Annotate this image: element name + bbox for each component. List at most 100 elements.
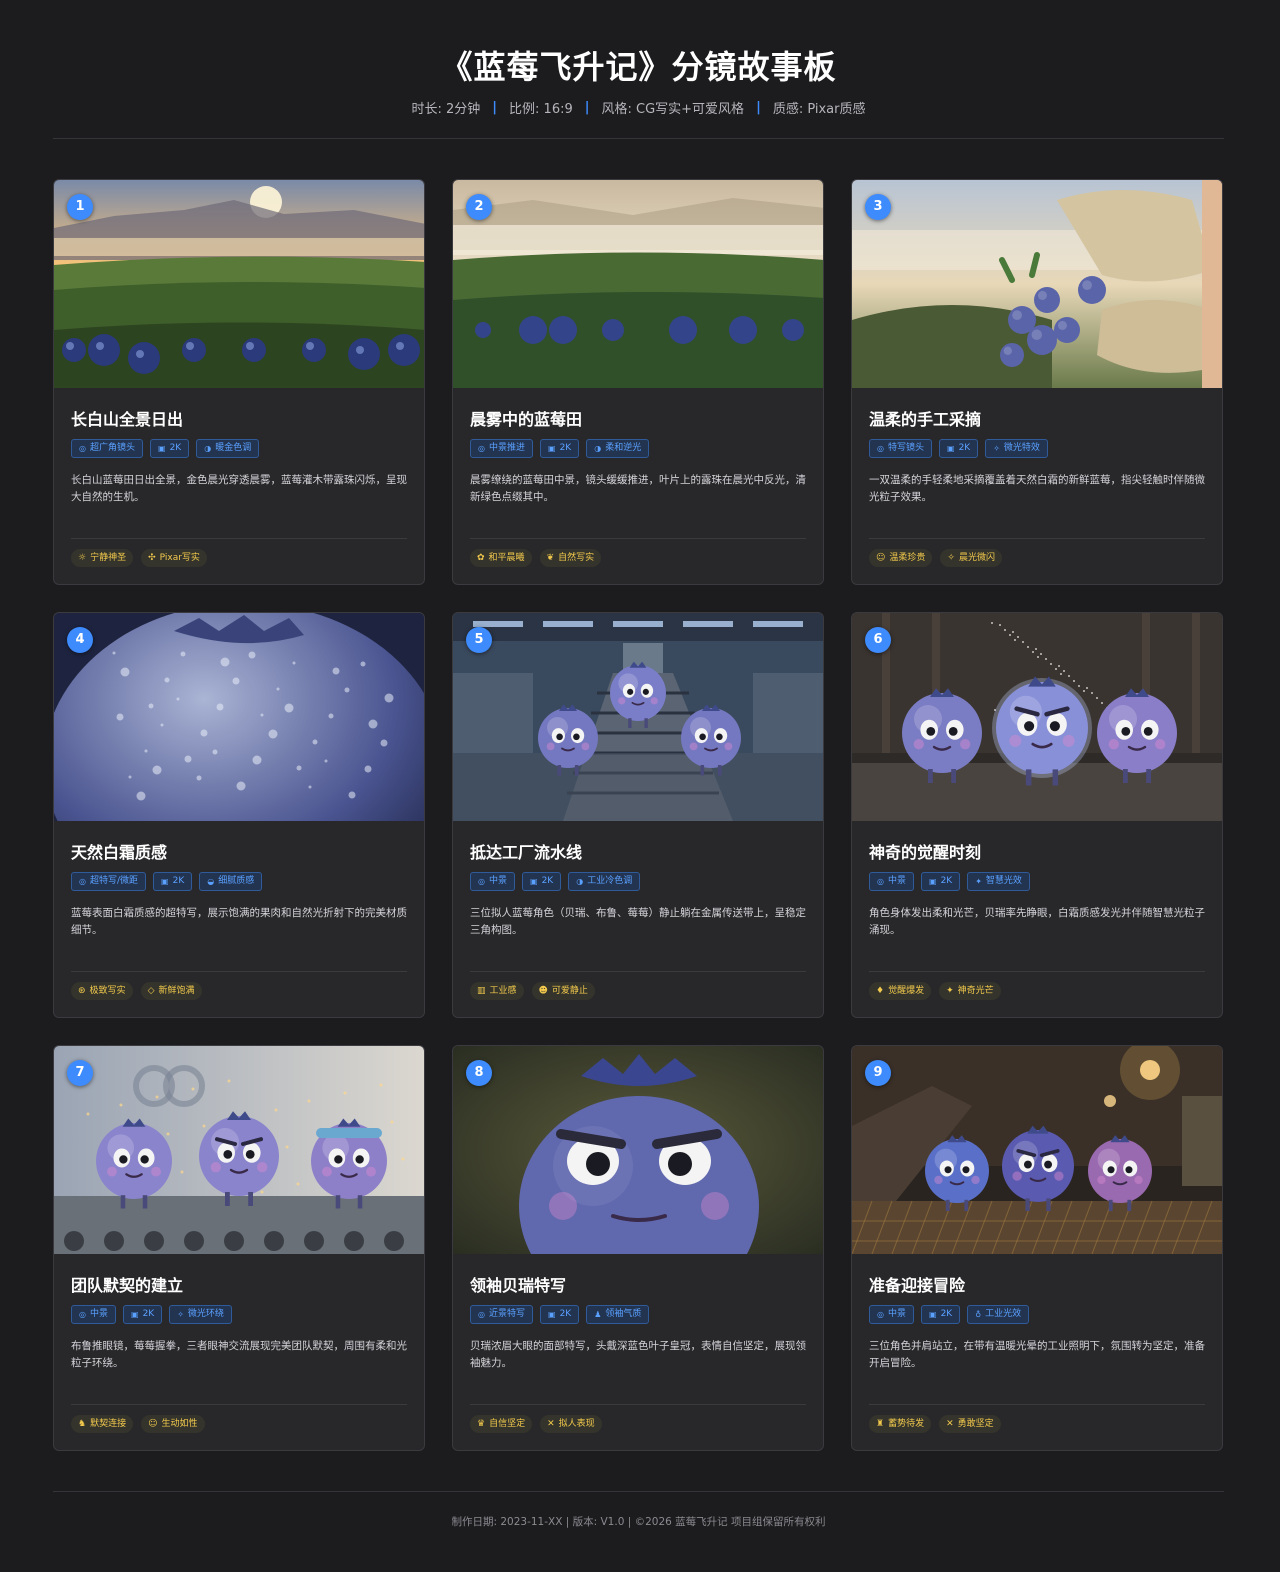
scene-description: 一双温柔的手轻柔地采摘覆盖着天然白霜的新鲜蓝莓，指尖轻触时伴随微光粒子效果。: [869, 474, 1205, 503]
scene-illustration: [54, 613, 424, 821]
tag-label: 工业冷色调: [587, 876, 633, 886]
card-divider: [869, 1404, 1205, 1405]
scene-number-badge: 3: [865, 194, 891, 220]
mood-tags: ♛ 自信坚定 ✕ 拟人表现: [470, 1415, 602, 1433]
mood-icon: ✕: [547, 1419, 555, 1429]
shot-tag: ◎ 中景: [869, 1305, 914, 1324]
mood-label: 温柔珍贵: [889, 553, 926, 563]
scene-title: 晨雾中的蓝莓田: [470, 410, 583, 429]
tag-label: 2K: [172, 876, 185, 886]
scene-card[interactable]: 6 神奇的觉醒时刻 ◎ 中景 ▣ 2K ✦ 智慧光效 角色身体发出柔和光芒，贝瑞率先睁眼，…: [851, 612, 1223, 1018]
mood-tags: ☼ 宁静神圣 ✣ Pixar写实: [71, 549, 207, 567]
mood-icon: ❦: [546, 553, 555, 563]
scene-illustration: [453, 180, 823, 388]
shot-tag: ◑ 工业冷色调: [568, 872, 641, 891]
scene-image: [852, 1046, 1222, 1254]
scene-title: 团队默契的建立: [71, 1276, 184, 1295]
mood-icon: ☼: [78, 553, 87, 563]
tag-label: 领袖气质: [605, 1309, 642, 1319]
mood-label: 拟人表现: [558, 1419, 595, 1429]
scene-illustration: [852, 613, 1222, 821]
mood-tags: ♜ 蓄势待发 ✕ 勇敢坚定: [869, 1415, 1001, 1433]
shot-tag: ▣ 2K: [939, 439, 979, 458]
tag-label: 2K: [958, 443, 971, 453]
shot-tags: ◎ 中景 ▣ 2K ♁ 工业光效: [869, 1305, 1030, 1324]
shot-tags: ◎ 超广角镜头 ▣ 2K ◑ 暖金色调: [71, 439, 260, 458]
shot-tags: ◎ 特写镜头 ▣ 2K ✧ 微光特效: [869, 439, 1048, 458]
tag-label: 柔和逆光: [605, 443, 642, 453]
tag-icon: ✧: [993, 444, 1000, 453]
page-title: 《蓝莓飞升记》分镜故事板: [440, 48, 837, 86]
shot-tags: ◎ 中景推进 ▣ 2K ◑ 柔和逆光: [470, 439, 650, 458]
card-divider: [869, 538, 1205, 539]
scene-description: 长白山蓝莓田日出全景，金色晨光穿透晨雾，蓝莓灌木带露珠闪烁，呈现大自然的生机。: [71, 474, 407, 503]
mood-icon: ☺: [876, 553, 886, 563]
scene-number-badge: 5: [466, 627, 492, 653]
scene-illustration: [852, 180, 1222, 388]
scene-card[interactable]: 9 准备迎接冒险 ◎ 中景 ▣ 2K ♁ 工业光效 三位角色并肩站立，在带有温暖光晕的工业…: [851, 1045, 1223, 1451]
scene-card[interactable]: 1 长白山全景日出 ◎ 超广角镜头 ▣ 2K ◑ 暖金色调 长白山蓝莓田日出全景，金色晨光…: [53, 179, 425, 585]
scene-description: 角色身体发出柔和光芒，贝瑞率先睁眼，白霜质感发光并伴随智慧光粒子涌现。: [869, 907, 1205, 936]
tag-icon: ▣: [158, 444, 166, 453]
meta-divider: |: [492, 100, 498, 115]
mood-label: 新鲜饱满: [158, 986, 195, 996]
tag-label: 细腻质感: [218, 876, 255, 886]
scene-title: 温柔的手工采摘: [869, 410, 982, 429]
mood-icon: ♛: [477, 1419, 486, 1429]
tag-label: 特写镜头: [887, 443, 924, 453]
tag-icon: ▣: [548, 1310, 556, 1319]
scene-image: [453, 180, 823, 388]
mood-label: 神奇光芒: [957, 986, 994, 996]
tag-icon: ◎: [478, 877, 485, 886]
scene-illustration: [54, 1046, 424, 1254]
scene-description: 三位角色并肩站立，在带有温暖光晕的工业照明下，氛围转为坚定，准备开启冒险。: [869, 1340, 1205, 1369]
shot-tag: ◑ 柔和逆光: [586, 439, 650, 458]
shot-tags: ◎ 超特写/微距 ▣ 2K ◒ 细腻质感: [71, 872, 263, 891]
card-divider: [470, 1404, 806, 1405]
scene-card[interactable]: 7 团队默契的建立 ◎ 中景 ▣ 2K ✧ 微光环绕 布鲁推眼镜，莓莓握拳，三者眼神交流展…: [53, 1045, 425, 1451]
scene-image: [453, 1046, 823, 1254]
mood-icon: ▥: [477, 986, 486, 996]
scene-card[interactable]: 2 晨雾中的蓝莓田 ◎ 中景推进 ▣ 2K ◑ 柔和逆光 晨雾缭绕的蓝莓田中景，镜头缓缓推…: [452, 179, 824, 585]
tag-icon: ▣: [929, 877, 937, 886]
mood-tag: ◇ 新鲜饱满: [140, 982, 202, 1000]
scene-card[interactable]: 3 温柔的手工采摘 ◎ 特写镜头 ▣ 2K ✧ 微光特效 一双温柔的手轻柔地采摘覆盖着天然…: [851, 179, 1223, 585]
shot-tag: ▣ 2K: [153, 872, 193, 891]
scene-image: [852, 613, 1222, 821]
shot-tag: ▣ 2K: [150, 439, 190, 458]
mood-label: 晨光微闪: [958, 553, 995, 563]
mood-tag: ♞ 默契连接: [71, 1415, 134, 1433]
tag-label: 2K: [940, 876, 953, 886]
scene-card[interactable]: 5 抵达工厂流水线 ◎ 中景 ▣ 2K ◑ 工业冷色调 三位拟人蓝莓角色（贝瑞、布鲁、莓莓…: [452, 612, 824, 1018]
mood-tag: ☺ 温柔珍贵: [869, 549, 933, 567]
scene-number-badge: 1: [67, 194, 93, 220]
shot-tag: ▣ 2K: [123, 1305, 163, 1324]
tag-label: 2K: [541, 876, 554, 886]
meta-ratio: 比例: 16:9: [509, 102, 573, 117]
mood-icon: ✦: [946, 986, 954, 996]
shot-tag: ◎ 超广角镜头: [71, 439, 143, 458]
shot-tag: ✧ 微光环绕: [169, 1305, 232, 1324]
scene-description: 贝瑞浓眉大眼的面部特写，头戴深蓝色叶子皇冠，表情自信坚定，展现领袖魅力。: [470, 1340, 806, 1369]
shot-tag: ◎ 超特写/微距: [71, 872, 147, 891]
shot-tag: ◒ 细腻质感: [199, 872, 263, 891]
page-header: 《蓝莓飞升记》分镜故事板 时长: 2分钟 | 比例: 16:9 | 风格: CG…: [53, 0, 1224, 139]
tag-label: 2K: [559, 443, 572, 453]
scene-number-badge: 4: [67, 627, 93, 653]
mood-tags: ☺ 温柔珍贵 ✧ 晨光微闪: [869, 549, 1002, 567]
tag-icon: ◎: [79, 1310, 86, 1319]
tag-icon: ▣: [530, 877, 538, 886]
scene-description: 晨雾缭绕的蓝莓田中景，镜头缓缓推进，叶片上的露珠在晨光中反光，清新绿色点缀其中。: [470, 474, 806, 503]
mood-label: 自信坚定: [489, 1419, 526, 1429]
scene-card[interactable]: 4 天然白霜质感 ◎ 超特写/微距 ▣ 2K ◒ 细腻质感 蓝莓表面白霜质感的超特写，展示…: [53, 612, 425, 1018]
meta-duration: 时长: 2分钟: [411, 102, 481, 117]
tag-label: 中景: [488, 876, 507, 886]
scene-card[interactable]: 8 领袖贝瑞特写 ◎ 近景特写 ▣ 2K ♟ 领袖气质 贝瑞浓眉大眼的面部特写，头戴深蓝色…: [452, 1045, 824, 1451]
mood-icon: ◇: [147, 986, 155, 996]
shot-tag: ◎ 中景推进: [470, 439, 533, 458]
tag-icon: ▣: [929, 1310, 937, 1319]
mood-tags: ♞ 默契连接 ☺ 生动如性: [71, 1415, 205, 1433]
scene-description: 蓝莓表面白霜质感的超特写，展示饱满的果肉和自然光折射下的完美材质细节。: [71, 907, 407, 936]
tag-label: 中景: [89, 1309, 108, 1319]
shot-tags: ◎ 近景特写 ▣ 2K ♟ 领袖气质: [470, 1305, 650, 1324]
